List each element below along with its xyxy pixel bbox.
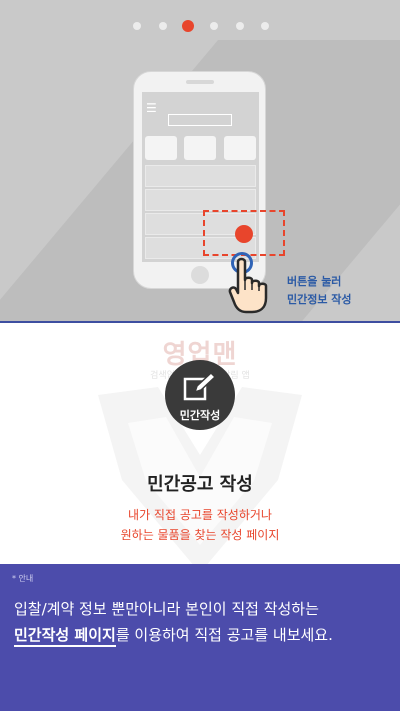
feature-description-line: 내가 직접 공고를 작성하거나: [128, 508, 272, 522]
pointing-hand-icon: [228, 257, 268, 314]
feature-description-line: 원하는 물품을 찾는 작성 페이지: [120, 528, 280, 542]
tutorial-hint: 버튼을 눌러 민간정보 작성: [287, 273, 397, 309]
page-dot[interactable]: [236, 22, 244, 30]
page-dot[interactable]: [159, 22, 167, 30]
mock-tile: [224, 136, 256, 160]
tutorial-illustration: ☰ 버튼을 눌러 민간정보 작성: [0, 0, 400, 322]
hamburger-icon: ☰: [146, 101, 157, 115]
badge-label: 민간작성: [179, 409, 221, 422]
phone-home-button: [191, 266, 209, 284]
write-button-highlight: [235, 225, 253, 243]
page-dot-active[interactable]: [182, 20, 194, 32]
page-dot[interactable]: [133, 22, 141, 30]
notice-text-line: 민간작성 페이지를 이용하여 직접 공고를 내보세요.: [14, 624, 333, 647]
mock-tile: [145, 136, 177, 160]
write-feature-badge: 민간작성: [165, 360, 235, 430]
mock-search-box: [168, 114, 232, 126]
section-divider: [0, 321, 400, 323]
notice-emphasis: 민간작성 페이지: [14, 626, 116, 647]
page-dot[interactable]: [210, 22, 218, 30]
phone-speaker: [186, 80, 214, 84]
notice-label: * 안내: [12, 574, 34, 583]
mock-row: [145, 165, 256, 187]
page-dot[interactable]: [261, 22, 269, 30]
hint-line: 민간정보 작성: [287, 293, 352, 306]
hint-line: 버튼을 눌러: [287, 275, 342, 288]
feature-title: 민간공고 작성: [147, 474, 253, 495]
notice-panel: * 안내 입찰/계약 정보 뿐만아니라 본인이 직접 작성하는 민간작성 페이지…: [0, 564, 400, 711]
notice-text-line: 입찰/계약 정보 뿐만아니라 본인이 직접 작성하는: [14, 600, 319, 618]
mock-row: [145, 189, 256, 211]
mock-tile: [184, 136, 216, 160]
notice-text-rest: 를 이용하여 직접 공고를 내보세요.: [115, 626, 333, 644]
pencil-edit-icon: [183, 372, 216, 401]
page-indicator: [0, 20, 400, 32]
